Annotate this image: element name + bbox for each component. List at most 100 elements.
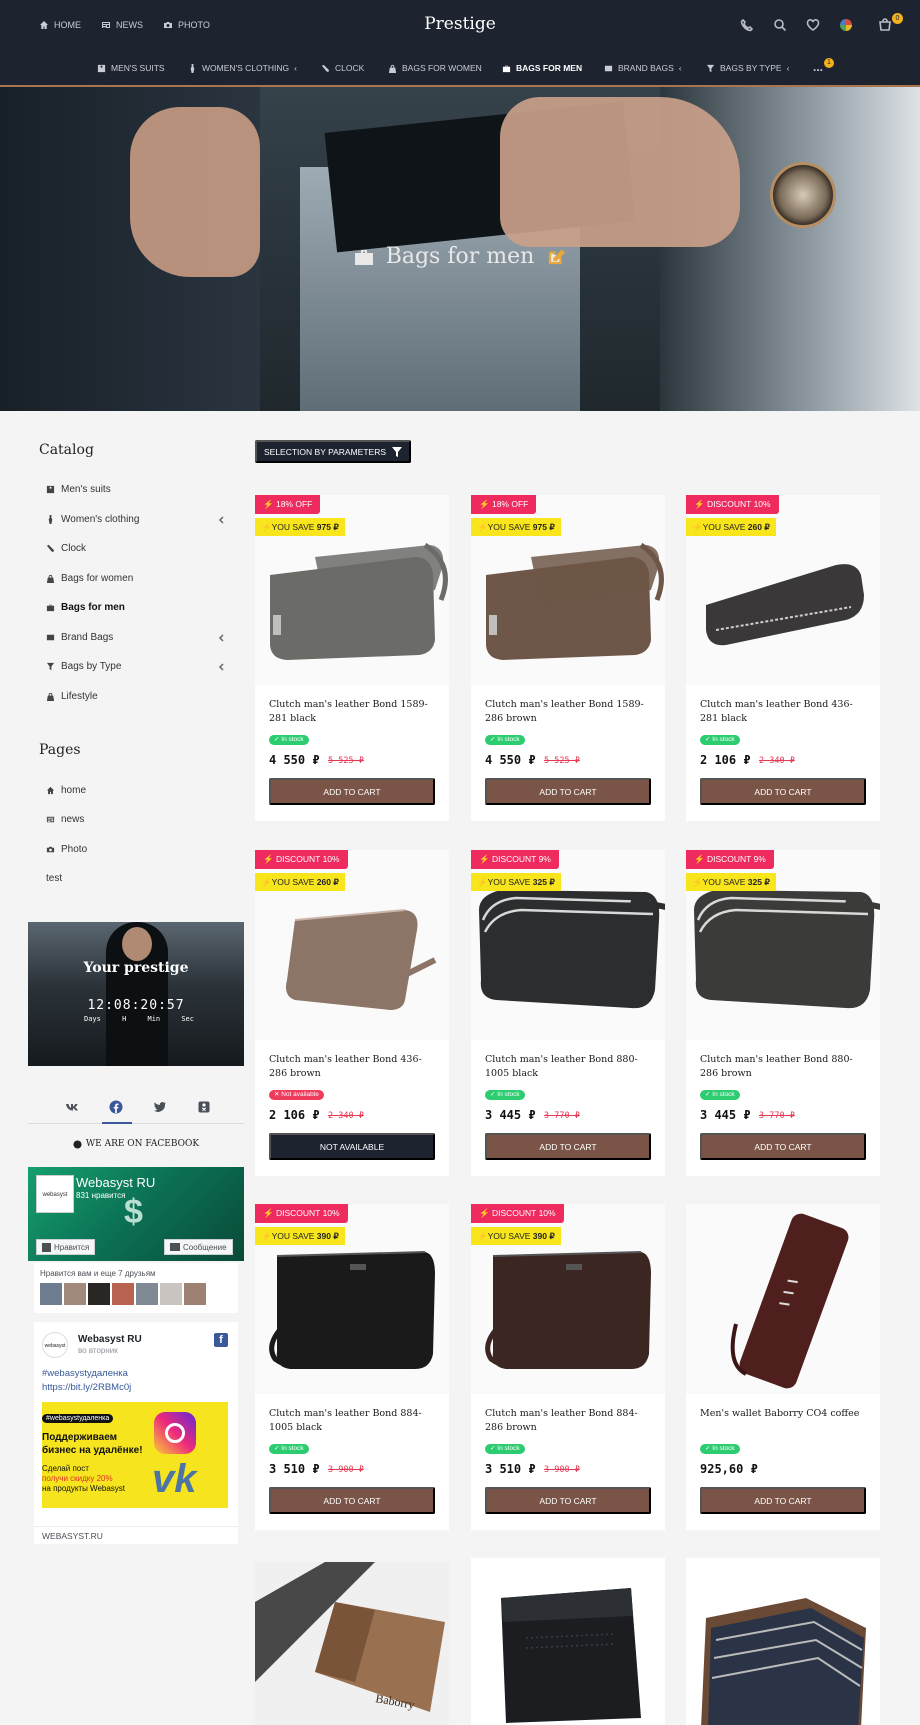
edit-icon[interactable] <box>546 248 566 266</box>
facebook-tab[interactable] <box>106 1100 126 1116</box>
avatar[interactable] <box>88 1283 110 1305</box>
post-link[interactable]: https://bit.ly/2RBMc0j <box>42 1382 131 1393</box>
sidebar-page-home[interactable]: home <box>46 785 226 796</box>
odnoklassniki-tab[interactable] <box>194 1100 214 1116</box>
facebook-like-button[interactable]: Нравится <box>36 1239 96 1255</box>
product-card[interactable]: Men's wallet Baborry CO4 coffee ✓ In stoc… <box>686 1204 880 1530</box>
facebook-post-footer[interactable]: WEBASYST.RU <box>34 1526 238 1544</box>
sidebar-item-bags-for-men[interactable]: Bags for men <box>46 602 226 613</box>
nav-more-button[interactable]: ... <box>813 60 823 74</box>
post-author-avatar[interactable]: webasyst <box>42 1332 68 1358</box>
product-title[interactable]: Clutch man's leather Bond 880-286 brown <box>700 1053 870 1081</box>
product-card[interactable]: ⚡ 18% OFF ⚡YOU SAVE 975 ₽ Clutch man's lea… <box>471 495 665 821</box>
vk-tab[interactable] <box>62 1100 82 1116</box>
facebook-page-cover[interactable]: $ webasyst Webasyst RU 831 нравится Нрав… <box>28 1167 244 1261</box>
product-title[interactable]: Clutch man's leather Bond 1589-281 black <box>269 698 439 726</box>
product-card[interactable]: ⚡ DISCOUNT 9% ⚡YOU SAVE 325 ₽ Clutch man's… <box>471 850 665 1176</box>
facebook-message-button[interactable]: Сообщение <box>164 1239 233 1255</box>
lightning-icon: ⚡ <box>694 854 705 864</box>
avatar[interactable] <box>184 1283 206 1305</box>
nav-bags-by-type[interactable]: BAGS BY TYPE ‹ <box>706 63 789 73</box>
product-title[interactable]: Clutch man's leather Bond 884-286 brown <box>485 1407 655 1435</box>
nav-womens-clothing[interactable]: WOMEN'S CLOTHING ‹ <box>188 63 297 73</box>
add-to-cart-button[interactable]: ADD TO CART <box>700 1133 866 1160</box>
twitter-tab[interactable] <box>150 1100 170 1116</box>
product-card[interactable]: ⚡ DISCOUNT 10% ⚡YOU SAVE 260 ₽ Clutch man'… <box>686 495 880 821</box>
sidebar-item-lifestyle[interactable]: Lifestyle <box>46 691 226 702</box>
product-title[interactable]: Clutch man's leather Bond 436-286 brown <box>269 1053 439 1081</box>
sidebar-item-bags-by-type[interactable]: Bags by Type <box>46 661 226 672</box>
user-avatar-icon[interactable] <box>840 19 852 31</box>
product-title[interactable]: Clutch man's leather Bond 884-1005 black <box>269 1407 439 1435</box>
avatar[interactable] <box>40 1283 62 1305</box>
post-author[interactable]: Webasyst RU <box>78 1334 142 1345</box>
avatar[interactable] <box>136 1283 158 1305</box>
sidebar-item-label: Lifestyle <box>61 691 98 702</box>
selection-by-parameters-button[interactable]: SELECTION BY PARAMETERS <box>255 440 411 463</box>
product-card[interactable] <box>471 1558 665 1725</box>
add-to-cart-button[interactable]: ADD TO CART <box>485 778 651 805</box>
save-prefix: YOU SAVE <box>702 877 746 887</box>
nav-mens-suits[interactable]: MEN'S SUITS <box>97 63 165 73</box>
top-link-home[interactable]: HOME <box>39 19 81 31</box>
product-card[interactable]: Baborry <box>255 1562 449 1725</box>
avatar[interactable] <box>160 1283 182 1305</box>
sidebar-item-brand-bags[interactable]: Brand Bags <box>46 632 226 643</box>
top-link-news[interactable]: NEWS <box>101 19 143 31</box>
nav-bags-for-women[interactable]: BAGS FOR WOMEN <box>388 63 482 73</box>
you-save-badge: ⚡YOU SAVE 975 ₽ <box>471 518 561 536</box>
product-title[interactable]: Men's wallet Baborry CO4 coffee <box>700 1407 870 1421</box>
hero-right-hand <box>500 97 740 247</box>
avatar[interactable] <box>64 1283 86 1305</box>
product-image[interactable] <box>686 1204 880 1394</box>
add-to-cart-button[interactable]: ADD TO CART <box>485 1133 651 1160</box>
product-card[interactable]: ⚡ DISCOUNT 10% ⚡YOU SAVE 390 ₽ Clutch man'… <box>255 1204 449 1530</box>
sidebar-page-news[interactable]: news <box>46 814 226 825</box>
nav-brand-bags[interactable]: BRAND BAGS ‹ <box>604 63 682 73</box>
product-image[interactable] <box>471 1558 665 1725</box>
product-card[interactable]: ⚡ DISCOUNT 10% ⚡YOU SAVE 260 ₽ Clutch man'… <box>255 850 449 1176</box>
post-hashtag[interactable]: #webasystудаленка <box>42 1368 128 1379</box>
page-title-text: Bags for men <box>385 244 535 269</box>
product-image[interactable]: Baborry <box>255 1562 449 1725</box>
nav-clock[interactable]: CLOCK <box>321 63 364 73</box>
discount-badge: ⚡ DISCOUNT 10% <box>471 1204 564 1223</box>
phone-icon[interactable] <box>740 18 754 32</box>
not-available-button[interactable]: NOT AVAILABLE <box>269 1133 435 1160</box>
sidebar-item-womens-clothing[interactable]: Women's clothing <box>46 514 226 525</box>
sidebar-page-photo[interactable]: Photo <box>46 844 226 855</box>
sidebar-item-mens-suits[interactable]: Men's suits <box>46 484 226 495</box>
facebook-page-logo[interactable]: webasyst <box>36 1175 74 1213</box>
wallet-icon <box>604 65 613 71</box>
product-title[interactable]: Clutch man's leather Bond 1589-286 brown <box>485 698 655 726</box>
product-title[interactable]: Clutch man's leather Bond 436-281 black <box>700 698 870 726</box>
add-to-cart-button[interactable]: ADD TO CART <box>485 1487 651 1514</box>
sidebar-page-test[interactable]: test <box>46 873 226 884</box>
product-card[interactable]: ⚡ DISCOUNT 9% ⚡YOU SAVE 325 ₽ Clutch man's… <box>686 850 880 1176</box>
facebook-icon <box>73 1139 82 1149</box>
cart-icon[interactable] <box>878 18 892 32</box>
add-to-cart-button[interactable]: ADD TO CART <box>269 778 435 805</box>
product-card[interactable]: ⚡ 18% OFF ⚡YOU SAVE 975 ₽ Clutch man's lea… <box>255 495 449 821</box>
post-image[interactable]: #webasystудаленка Поддерживаем бизнес на… <box>42 1402 228 1508</box>
sidebar-item-clock[interactable]: Clock <box>46 543 226 554</box>
add-to-cart-button[interactable]: ADD TO CART <box>700 1487 866 1514</box>
product-card[interactable] <box>686 1558 880 1725</box>
facebook-page-name[interactable]: Webasyst RU <box>76 1175 155 1190</box>
heart-icon[interactable] <box>806 18 820 32</box>
avatar[interactable] <box>112 1283 134 1305</box>
site-logo[interactable]: Prestige <box>410 14 510 34</box>
promo-banner[interactable]: Your prestige 12:08:20:57 Days H Min Sec <box>28 922 244 1066</box>
product-title[interactable]: Clutch man's leather Bond 880-1005 black <box>485 1053 655 1081</box>
old-price: 3 900 ₽ <box>328 1465 364 1475</box>
sidebar-item-bags-for-women[interactable]: Bags for women <box>46 573 226 584</box>
nav-bags-for-men[interactable]: BAGS FOR MEN <box>502 63 582 73</box>
search-icon[interactable] <box>773 18 787 32</box>
add-to-cart-button[interactable]: ADD TO CART <box>269 1487 435 1514</box>
facebook-icon[interactable]: f <box>214 1333 228 1347</box>
chevron-left-icon: ‹ <box>294 63 297 73</box>
product-image[interactable] <box>686 1558 880 1725</box>
top-link-photo[interactable]: PHOTO <box>163 19 210 31</box>
product-card[interactable]: ⚡ DISCOUNT 10% ⚡YOU SAVE 390 ₽ Clutch man'… <box>471 1204 665 1530</box>
add-to-cart-button[interactable]: ADD TO CART <box>700 778 866 805</box>
